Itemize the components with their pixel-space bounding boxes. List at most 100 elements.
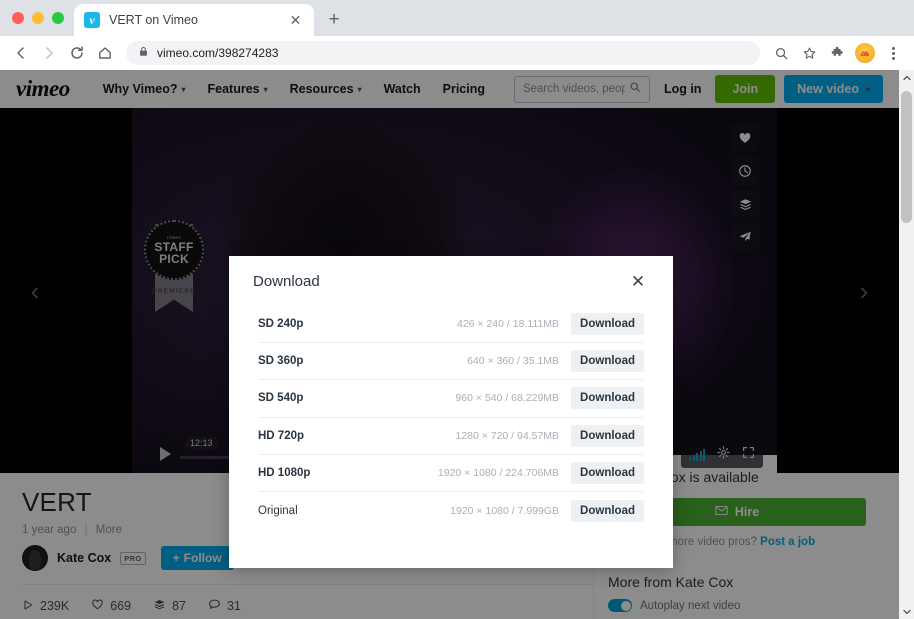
settings-gear-icon[interactable] <box>717 446 730 464</box>
download-options-list: SD 240p 426 × 240 / 18.111MB Download SD… <box>229 306 673 529</box>
quality-label: SD 360p <box>258 355 304 368</box>
volume-icon[interactable] <box>689 449 705 461</box>
stat-value: 87 <box>172 599 186 613</box>
star-icon[interactable] <box>796 40 822 66</box>
file-info: 1280 × 720 / 94.57MB <box>455 429 560 442</box>
share-icon[interactable] <box>731 223 759 251</box>
close-window-button[interactable] <box>12 12 24 24</box>
page-viewport: vimeo Why Vimeo? ▾ Features ▾ Resources … <box>0 70 914 619</box>
file-info: 640 × 360 / 35.1MB <box>467 355 560 368</box>
autoplay-toggle[interactable] <box>608 599 632 612</box>
player-side-actions <box>723 116 767 259</box>
nav-item-features[interactable]: Features ▾ <box>197 82 279 96</box>
stat-value: 669 <box>110 599 132 613</box>
nav-item-resources[interactable]: Resources ▾ <box>279 82 373 96</box>
scrollbar-track[interactable] <box>899 85 914 604</box>
chevron-down-icon: ▾ <box>357 84 362 94</box>
reload-icon[interactable] <box>64 40 90 66</box>
watch-later-icon[interactable] <box>731 157 759 185</box>
previous-video-button[interactable]: ‹ <box>15 271 55 311</box>
stat-comments: 31 <box>208 598 241 614</box>
autoplay-row: Autoplay next video <box>608 599 866 612</box>
staff-pick-line2: PICK <box>159 251 189 266</box>
staff-pick-line1: STAFF <box>154 239 194 254</box>
nav-label: Resources <box>289 82 354 96</box>
row-download-button[interactable]: Download <box>571 387 644 410</box>
avatar[interactable] <box>22 545 48 571</box>
address-bar[interactable]: vimeo.com/398274283 <box>126 41 760 65</box>
scrollbar-thumb[interactable] <box>901 91 912 223</box>
scroll-up-arrow-icon[interactable] <box>902 70 911 85</box>
play-control-group: 12:13 <box>148 437 217 467</box>
new-video-label: New video <box>797 82 859 96</box>
profile-avatar-icon[interactable] <box>855 43 875 63</box>
uploader-name[interactable]: Kate Cox <box>57 551 111 565</box>
next-video-button[interactable]: › <box>844 271 884 311</box>
like-icon[interactable] <box>731 124 759 152</box>
stat-value: 239K <box>40 599 70 613</box>
nav-item-why-vimeo[interactable]: Why Vimeo? ▾ <box>92 82 197 96</box>
chevron-down-icon: ▾ <box>181 84 186 94</box>
row-download-button[interactable]: Download <box>571 313 644 336</box>
collection-icon <box>153 598 166 614</box>
nav-label: Features <box>207 82 260 96</box>
chevron-down-icon: ▾ <box>263 84 268 94</box>
timecode-tooltip: 12:13 <box>186 437 217 449</box>
chevron-down-icon: ▾ <box>865 84 870 94</box>
stat-likes: 669 <box>91 598 131 614</box>
follow-label: Follow <box>183 551 222 565</box>
page-scrollbar[interactable] <box>899 70 914 619</box>
quality-label: SD 240p <box>258 318 304 331</box>
puzzle-piece-icon[interactable] <box>824 40 850 66</box>
staff-pick-premiere-label: PREMIERE <box>152 288 196 295</box>
browser-toolbar: vimeo.com/398274283 <box>0 36 914 70</box>
row-download-button[interactable]: Download <box>571 461 644 484</box>
modal-title: Download <box>253 272 320 290</box>
stat-value: 31 <box>226 599 241 613</box>
back-arrow-icon[interactable] <box>8 40 34 66</box>
search-placeholder: Search videos, peopl <box>522 83 625 95</box>
file-info: 960 × 540 / 68.229MB <box>455 392 560 405</box>
search-input[interactable]: Search videos, peopl <box>513 75 650 103</box>
new-tab-button[interactable]: + <box>320 6 348 34</box>
row-download-button[interactable]: Download <box>571 350 644 373</box>
vimeo-header: vimeo Why Vimeo? ▾ Features ▾ Resources … <box>0 70 899 108</box>
maximize-window-button[interactable] <box>52 12 64 24</box>
search-icon[interactable] <box>768 40 794 66</box>
three-dot-menu-icon[interactable] <box>880 40 906 66</box>
home-icon[interactable] <box>92 40 118 66</box>
row-download-button[interactable]: Download <box>571 424 644 447</box>
more-link[interactable]: More <box>96 524 122 536</box>
vimeo-logo[interactable]: vimeo <box>16 76 70 102</box>
autoplay-label: Autoplay next video <box>640 599 741 612</box>
scroll-down-arrow-icon[interactable] <box>902 604 911 619</box>
row-download-button[interactable]: Download <box>571 499 644 522</box>
add-to-collection-icon[interactable] <box>731 190 759 218</box>
tab-title: VERT on Vimeo <box>109 13 198 27</box>
nav-item-watch[interactable]: Watch <box>373 82 432 96</box>
table-row: SD 360p 640 × 360 / 35.1MB Download <box>258 343 644 381</box>
window-controls <box>10 0 74 36</box>
play-button[interactable] <box>148 441 180 467</box>
post-a-job-link[interactable]: Post a job <box>760 536 815 548</box>
nav-label: Why Vimeo? <box>102 82 178 96</box>
close-tab-icon[interactable]: ✕ <box>287 12 304 29</box>
login-button[interactable]: Log in <box>659 82 707 96</box>
close-icon[interactable]: ✕ <box>627 270 649 292</box>
search-icon[interactable] <box>629 80 641 98</box>
follow-button[interactable]: + Follow <box>160 546 234 570</box>
nav-item-pricing[interactable]: Pricing <box>432 82 496 96</box>
join-button[interactable]: Join <box>715 75 776 103</box>
fullscreen-icon[interactable] <box>742 446 755 464</box>
envelope-icon <box>715 505 728 519</box>
table-row: HD 1080p 1920 × 1080 / 224.706MB Downloa… <box>258 455 644 492</box>
browser-tab[interactable]: v VERT on Vimeo ✕ <box>74 4 314 36</box>
forward-arrow-icon[interactable] <box>36 40 62 66</box>
minimize-window-button[interactable] <box>32 12 44 24</box>
file-info: 1920 × 1080 / 7.999GB <box>450 504 560 517</box>
heart-icon <box>91 598 104 614</box>
modal-header: Download ✕ <box>229 256 673 306</box>
new-video-button[interactable]: New video ▾ <box>784 75 883 103</box>
quality-label: HD 1080p <box>258 466 311 479</box>
quality-label: Original <box>258 504 298 517</box>
